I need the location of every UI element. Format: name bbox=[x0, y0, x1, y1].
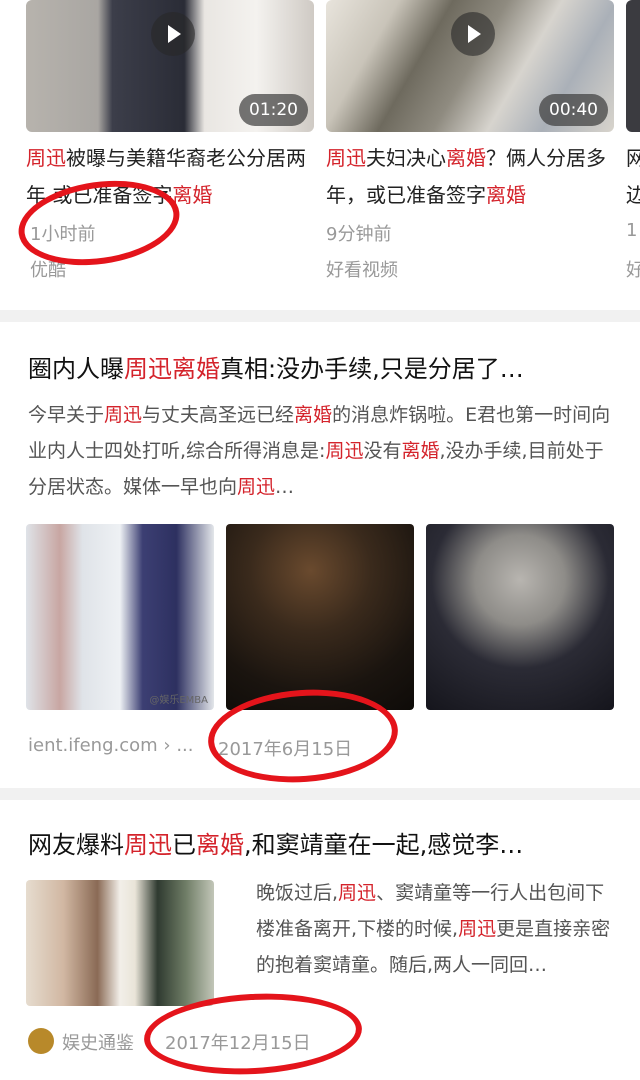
title-segment: 已 bbox=[172, 831, 196, 859]
play-icon[interactable] bbox=[451, 12, 495, 56]
video-time: 1 bbox=[626, 220, 638, 241]
snippet-segment: 与丈夫高圣远已经 bbox=[142, 404, 295, 426]
snippet-segment: … bbox=[275, 476, 295, 498]
video-card[interactable]: 01:20 周迅被曝与美籍华裔老公分居两年 或已准备签字离婚 1小时前 优酷 bbox=[26, 0, 314, 281]
title-segment: 圈内人曝 bbox=[28, 355, 124, 383]
article-source[interactable]: 娱史通鉴 bbox=[62, 1029, 134, 1055]
video-duration: 00:40 bbox=[539, 94, 608, 126]
snippet-segment: 周迅 bbox=[458, 918, 497, 940]
title-segment: 真相:没办手续,只是分居了… bbox=[220, 355, 524, 383]
source-avatar bbox=[28, 1028, 54, 1054]
snippet-segment: 周迅 bbox=[338, 882, 377, 904]
video-source: 好看视频 bbox=[326, 260, 398, 281]
title-segment: 网友爆料 bbox=[28, 831, 124, 859]
video-title[interactable]: 周迅夫妇决心离婚？俩人分居多年，或已准备签字离婚 bbox=[326, 140, 614, 214]
snippet-segment: 周迅 bbox=[104, 404, 143, 426]
snippet-segment: 周迅 bbox=[325, 440, 364, 462]
article-source[interactable]: ient.ifeng.com › ... bbox=[28, 735, 193, 756]
snippet-segment: 今早关于 bbox=[28, 404, 105, 426]
video-thumbnail[interactable]: 01:20 bbox=[26, 0, 314, 132]
title-segment: 周迅离婚 bbox=[124, 355, 220, 383]
play-icon[interactable] bbox=[151, 12, 195, 56]
snippet-segment: 离婚 bbox=[401, 440, 440, 462]
title-segment: 周迅 bbox=[26, 146, 66, 170]
divider bbox=[0, 788, 640, 800]
article-image[interactable]: @娱乐EMBA bbox=[26, 524, 214, 710]
image-watermark: @娱乐EMBA bbox=[149, 695, 208, 706]
title-segment: 夫妇决心 bbox=[366, 146, 446, 170]
title-segment: 离婚 bbox=[486, 183, 526, 207]
video-source: 好 bbox=[626, 260, 640, 281]
title-segment: 周迅 bbox=[326, 146, 366, 170]
title-segment: 周迅 bbox=[124, 831, 172, 859]
article-title[interactable]: 网友爆料周迅已离婚,和窦靖童在一起,感觉李… bbox=[28, 828, 608, 862]
video-title[interactable]: 网边 bbox=[626, 140, 640, 214]
article-snippet: 今早关于周迅与丈夫高圣远已经离婚的消息炸锅啦。E君也第一时间向业内人士四处打听,… bbox=[28, 397, 613, 505]
video-time: 9分钟前 bbox=[326, 224, 392, 245]
article-title[interactable]: 圈内人曝周迅离婚真相:没办手续,只是分居了… bbox=[28, 352, 608, 386]
snippet-segment: 离婚 bbox=[294, 404, 333, 426]
video-card[interactable]: 00:40 周迅夫妇决心离婚？俩人分居多年，或已准备签字离婚 9分钟前 好看视频 bbox=[326, 0, 614, 281]
title-segment: ,和窦靖童在一起,感觉李… bbox=[244, 831, 524, 859]
article-image[interactable] bbox=[426, 524, 614, 710]
article-image[interactable] bbox=[26, 880, 214, 1006]
video-duration: 01:20 bbox=[239, 94, 308, 126]
title-segment: 离婚 bbox=[196, 831, 244, 859]
snippet-segment: 周迅 bbox=[237, 476, 276, 498]
article-image[interactable] bbox=[226, 524, 414, 710]
divider bbox=[0, 310, 640, 322]
title-segment: 离婚 bbox=[446, 146, 486, 170]
video-card[interactable]: 网边 1 好 bbox=[626, 0, 640, 281]
snippet-segment: 晚饭过后, bbox=[256, 882, 339, 904]
video-carousel: 01:20 周迅被曝与美籍华裔老公分居两年 或已准备签字离婚 1小时前 优酷 0… bbox=[0, 0, 640, 300]
snippet-segment: 没有 bbox=[363, 440, 402, 462]
video-thumbnail[interactable] bbox=[626, 0, 640, 132]
video-thumbnail[interactable]: 00:40 bbox=[326, 0, 614, 132]
title-segment: 离婚 bbox=[172, 183, 213, 207]
article-snippet: 晚饭过后,周迅、窦靖童等一行人出包间下楼准备离开,下楼的时候,周迅更是直接亲密的… bbox=[256, 875, 611, 983]
